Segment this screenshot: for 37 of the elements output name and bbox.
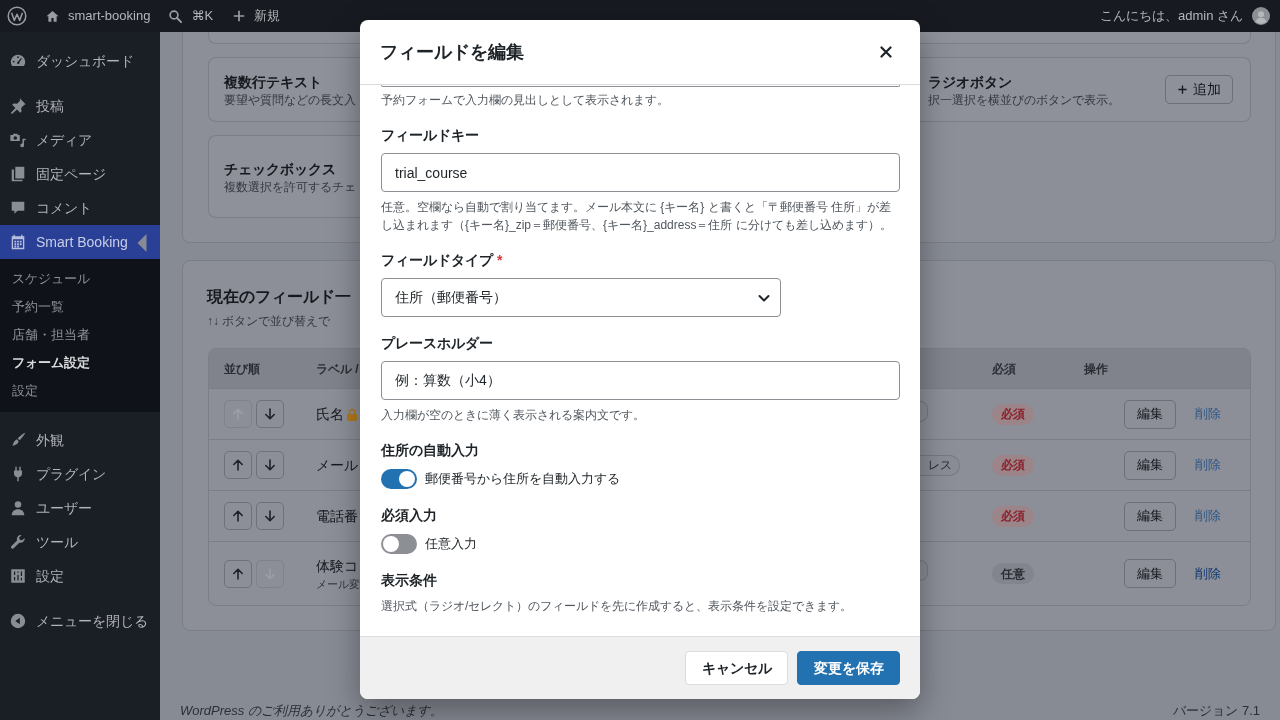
footer-thanks: WordPress のご利用ありがとうございます。: [180, 703, 444, 719]
dialog-title: フィールドを編集: [380, 41, 524, 64]
required-tag: 必須: [992, 454, 1034, 476]
help-text: 任意。空欄なら自動で割り当てます。メール本文に {キー名} と書くと「〒郵便番号 住所」が差し込まれます（{キー名}_zip＝郵便番号、{キー名}_address＝住所 に分けても差し込めます）。: [381, 199, 893, 234]
field-label: 必須入力: [381, 506, 437, 525]
field-label: フィールドタイプ *: [381, 251, 503, 270]
type-tag: レス: [920, 454, 960, 476]
required-tag: 必須: [992, 505, 1034, 527]
field-label: 表示条件: [381, 571, 437, 590]
field-label: 電話番: [316, 507, 358, 526]
field-type-name: 複数行テキスト: [224, 72, 322, 92]
column-header: ラベル /: [316, 362, 359, 376]
field-type-description: 複数選択を許可するチェ: [224, 178, 356, 195]
toggle-label: 任意入力: [425, 535, 477, 554]
help-text: 予約フォームで入力欄の見出しとして表示されます。: [381, 92, 670, 109]
field-label: 体験コ: [316, 556, 358, 576]
field-note: メール変: [316, 576, 360, 592]
field-type-description: 要望や質問などの長文入: [224, 91, 356, 108]
field-label: プレースホルダー: [381, 334, 493, 353]
toggle-label: 郵便番号から住所を自動入力する: [425, 470, 620, 489]
column-header: 並び順: [224, 360, 260, 378]
field-label: メール: [316, 456, 358, 475]
required-tag: 必須: [992, 403, 1034, 425]
required-tag: 任意: [992, 563, 1034, 585]
column-header: 操作: [1084, 360, 1108, 378]
field-type-name: チェックボックス: [224, 159, 336, 179]
section-hint: ↑↓ ボタンで並び替えで: [207, 313, 331, 329]
version-text: バージョン 7.1: [1173, 703, 1260, 719]
field-type-description: 択一選択を横並びのボタンで表示。: [928, 91, 1120, 108]
column-header: 必須: [992, 362, 1016, 376]
field-label: フィールドキー: [381, 126, 479, 145]
section-title: 現在のフィールド一: [207, 287, 351, 307]
help-text: 選択式（ラジオ/セレクト）のフィールドを先に作成すると、表示条件を設定できます。: [381, 598, 854, 615]
field-label: 住所の自動入力: [381, 441, 479, 460]
field-label: 氏名: [316, 405, 344, 424]
help-text: 入力欄が空のときに薄く表示される案内文です。: [381, 407, 646, 424]
field-type-name: ラジオボタン: [928, 72, 1012, 92]
